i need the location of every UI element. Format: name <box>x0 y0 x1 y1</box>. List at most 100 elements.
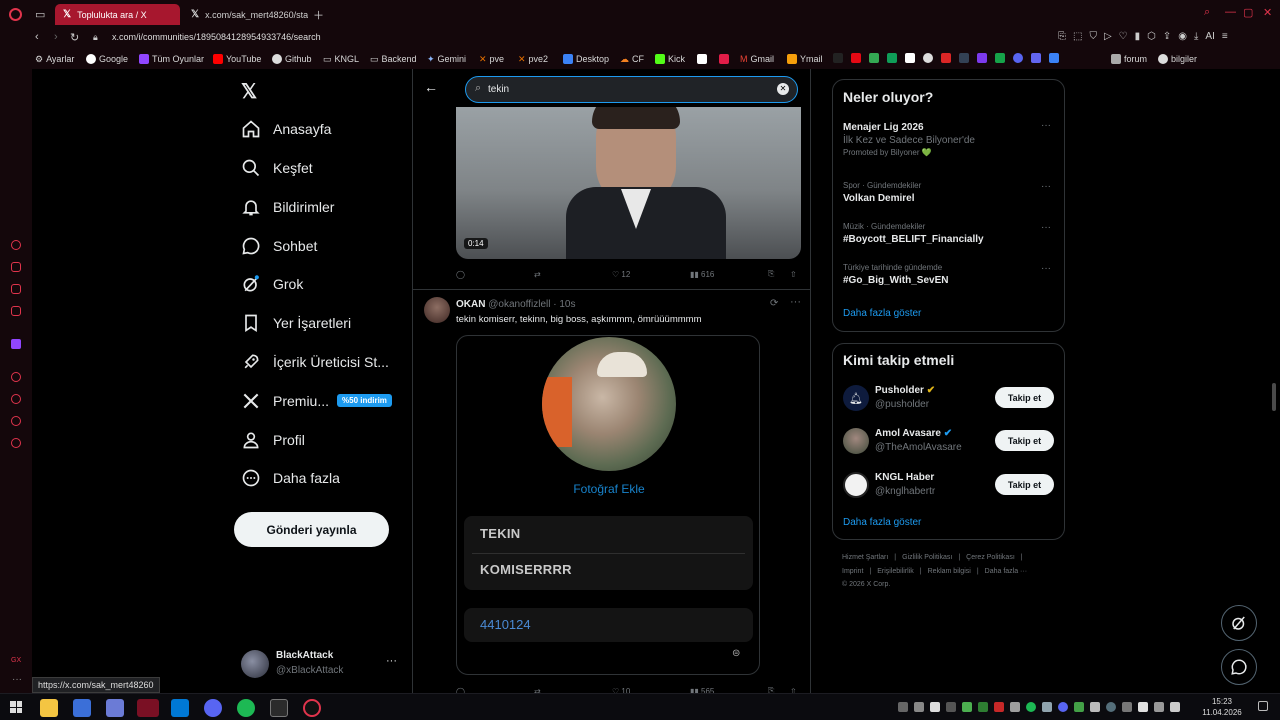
twitch-side-icon[interactable] <box>11 339 21 349</box>
bookmark-icon[interactable]: ⎘ <box>768 269 774 279</box>
tweet-time[interactable]: · 10s <box>553 299 575 310</box>
discord-icon[interactable] <box>204 699 222 717</box>
trend-item[interactable]: Türkiye tarihinde gündemde #Go_Big_With_… <box>843 263 1056 291</box>
account-switcher[interactable]: BlackAttack @xBlackAttack ··· <box>241 649 401 679</box>
opera-logo-icon[interactable] <box>9 8 22 21</box>
menu-icon[interactable]: ≡ <box>1222 31 1228 42</box>
follow-button[interactable]: Takip et <box>995 474 1054 495</box>
forward-button[interactable]: › <box>54 31 58 43</box>
tray-icon[interactable] <box>994 702 1004 712</box>
screenshot-icon[interactable]: ⬚ <box>1073 31 1082 42</box>
x-icon[interactable] <box>833 53 843 63</box>
tray-icon[interactable] <box>1026 702 1036 712</box>
nav-daha-fazla[interactable]: Daha fazla <box>241 464 340 492</box>
footer-cookies[interactable]: Çerez Politikası <box>966 554 1015 561</box>
notification-icon[interactable] <box>1258 701 1268 711</box>
aria-icon[interactable] <box>11 240 21 250</box>
bookmark-tum-oyunlar[interactable]: Tüm Oyunlar <box>139 52 204 66</box>
tab-status[interactable]: 𝕏 x.com/sak_mert48260/sta <box>183 4 308 25</box>
tray-icon[interactable] <box>1058 702 1068 712</box>
tweet-author-name[interactable]: OKAN <box>456 299 485 310</box>
m-icon[interactable] <box>11 306 21 316</box>
sheets-icon[interactable] <box>887 53 897 63</box>
messages-fab-button[interactable] <box>1221 649 1257 685</box>
close-window-button[interactable]: ✕ <box>1263 6 1272 19</box>
tab-toplulukta-ara[interactable]: 𝕏 Toplulukta ara / X <box>55 4 180 25</box>
clock[interactable]: 15:23 11.04.2026 <box>1200 696 1244 718</box>
bookmark-desktop[interactable]: Desktop <box>563 52 609 66</box>
discord-icon[interactable] <box>1013 53 1023 63</box>
tray-icon[interactable] <box>1154 702 1164 712</box>
bookmark-github[interactable]: Github <box>272 52 312 66</box>
bookmark-kick[interactable]: Kick <box>655 52 685 66</box>
tray-icon[interactable] <box>1170 702 1180 712</box>
search-input[interactable]: tekin <box>488 84 509 95</box>
tray-icon[interactable] <box>978 702 988 712</box>
bookmark-youtube[interactable]: YouTube <box>213 52 261 66</box>
settings-side-icon[interactable] <box>11 438 21 448</box>
tool-icon[interactable] <box>106 699 124 717</box>
bookmark-red[interactable] <box>719 52 729 66</box>
w-icon[interactable] <box>923 53 933 63</box>
url-field[interactable]: x.com/i/communities/1895084128954933746/… <box>112 32 321 42</box>
arrow-icon[interactable] <box>959 53 969 63</box>
trend-more-icon[interactable]: ··· <box>1041 222 1051 233</box>
footer-more[interactable]: Daha fazla ··· <box>985 568 1027 575</box>
more-side-icon[interactable]: ··· <box>12 674 22 685</box>
grok-fab-button[interactable] <box>1221 605 1257 641</box>
nav-grok[interactable]: Grok <box>241 270 303 298</box>
tweet-author-handle[interactable]: @okanoffizlell <box>488 299 550 310</box>
nav-yer-isaretleri[interactable]: Yer İşaretleri <box>241 309 351 337</box>
bookmark-icon[interactable]: ⎘ <box>768 686 774 693</box>
account-more-icon[interactable]: ··· <box>386 655 397 667</box>
nav-profil[interactable]: Profil <box>241 426 305 454</box>
image-edit-icon[interactable]: ⊜ <box>732 648 740 659</box>
follow-item[interactable]: Amol Avasare ✔ @TheAmolAvasare Takip et <box>843 426 1056 456</box>
reload-button[interactable]: ↻ <box>70 31 79 44</box>
reply-icon[interactable]: ◯ <box>456 270 465 279</box>
retweet-icon[interactable]: ⇄ <box>534 270 541 279</box>
views-button[interactable]: ▮▮ 616 <box>690 270 714 279</box>
trend-more-icon[interactable]: ··· <box>1041 181 1051 192</box>
follow-button[interactable]: Takip et <box>995 387 1054 408</box>
tray-icon[interactable] <box>962 702 972 712</box>
spotify-icon[interactable] <box>237 699 255 717</box>
trend-item[interactable]: Müzik · Gündemdekiler #Boycott_BELIFT_Fi… <box>843 222 1056 250</box>
opera-icon[interactable] <box>303 699 321 717</box>
like-button[interactable]: ♡ 12 <box>612 270 630 279</box>
tray-icon[interactable] <box>1106 702 1116 712</box>
trend-more-icon[interactable]: ··· <box>1041 263 1051 274</box>
bookmark-bilgiler[interactable]: bilgiler <box>1158 52 1197 66</box>
tweet-more-icon[interactable]: ··· <box>790 296 801 308</box>
back-button[interactable]: ‹ <box>35 31 39 43</box>
share-icon[interactable]: ⇧ <box>790 270 797 279</box>
bookmark-pve2[interactable]: ✕ pve2 <box>518 52 548 66</box>
bookmark-cf[interactable]: ☁ CF <box>620 52 644 66</box>
netflix-icon[interactable] <box>851 53 861 63</box>
page-scrollbar[interactable] <box>1272 383 1276 411</box>
bookmark-backend[interactable]: ▭ Backend <box>370 52 417 66</box>
app-icon[interactable] <box>1031 53 1041 63</box>
drive-icon[interactable] <box>869 53 879 63</box>
footer-terms[interactable]: Hizmet Şartları <box>842 554 888 561</box>
grok-tweet-icon[interactable]: ⟳ <box>770 298 778 309</box>
trend-item[interactable]: Menajer Lig 2026 İlk Kez ve Sadece Bilyo… <box>843 120 1056 164</box>
tray-icon[interactable] <box>1090 702 1100 712</box>
bookmark-google[interactable]: Google <box>86 52 128 66</box>
nav-icerik-ureticisi[interactable]: İçerik Üreticisi St... <box>241 348 389 376</box>
download-icon[interactable]: ⤓ <box>1194 31 1198 42</box>
trend-more-icon[interactable]: ··· <box>1041 120 1051 131</box>
bookmark-kngl[interactable]: ▭ KNGL <box>323 52 359 66</box>
extensions-icon[interactable]: ⬡ <box>1147 31 1156 42</box>
footer-privacy[interactable]: Gizlilik Politikası <box>902 554 952 561</box>
nav-bildirimler[interactable]: Bildirimler <box>241 193 334 221</box>
tray-icon[interactable] <box>914 702 924 712</box>
nav-sohbet[interactable]: Sohbet <box>241 232 317 260</box>
tray-icon[interactable] <box>930 702 940 712</box>
history-icon[interactable] <box>11 394 21 404</box>
trends-show-more[interactable]: Daha fazla göster <box>843 308 921 319</box>
stats-icon[interactable]: ▮ <box>1135 31 1141 42</box>
h-icon[interactable] <box>941 53 951 63</box>
follow-item[interactable]: 🔔︎ Pusholder ✔ @pusholder Takip et <box>843 383 1056 413</box>
search-box[interactable]: ⌕ tekin ✕ <box>465 76 798 103</box>
